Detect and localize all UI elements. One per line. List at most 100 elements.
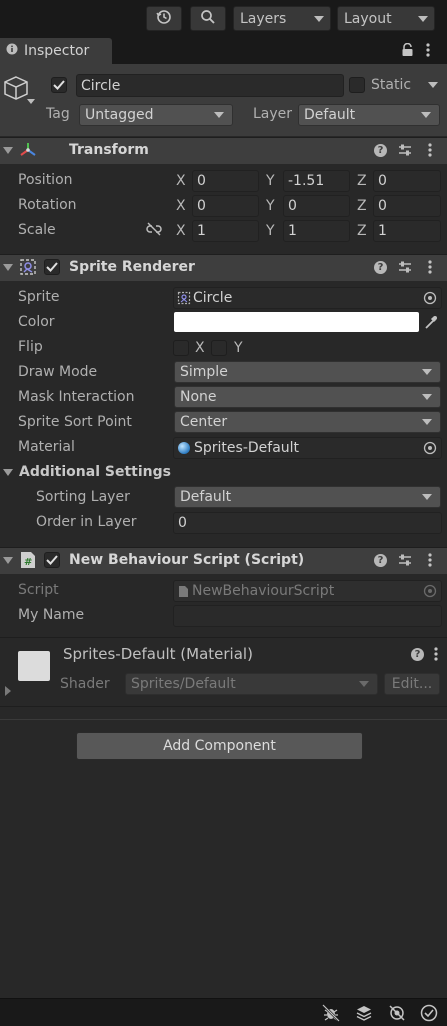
sprite-sort-point-dropdown[interactable]: Center [174,411,441,433]
layout-dropdown[interactable]: Layout [337,6,435,31]
add-component-button[interactable]: Add Component [76,732,363,760]
scale-z-axis[interactable]: Z [357,223,367,239]
additional-settings-label[interactable]: Additional Settings [19,464,171,480]
help-icon[interactable]: ? [411,648,424,661]
scale-x-axis[interactable]: X [176,223,186,239]
layer-dropdown[interactable]: Default [298,104,440,126]
component-menu-icon[interactable] [427,552,433,572]
transform-title: Transform [69,142,149,158]
rotation-z-input[interactable]: 0 [373,195,441,217]
my-name-input[interactable] [173,605,442,627]
foldout-arrow-icon[interactable] [3,557,13,564]
object-picker-icon [423,584,437,602]
order-in-layer-input[interactable]: 0 [173,512,442,534]
presets-icon[interactable] [398,143,412,161]
tab-inspector[interactable]: Inspector [0,38,112,64]
object-picker-icon[interactable] [423,291,437,309]
position-x-axis[interactable]: X [176,173,186,189]
layers-stack-icon[interactable] [355,1004,373,1026]
edit-label: Edit... [391,676,433,692]
mask-interaction-label: Mask Interaction [18,389,135,405]
scale-z-input[interactable]: 1 [373,220,441,242]
component-menu-icon[interactable] [427,142,433,162]
material-object-field[interactable]: Sprites-Default [173,437,442,459]
order-in-layer-label: Order in Layer [36,514,137,530]
material-title: Sprites-Default (Material) [63,645,253,663]
material-foldout-icon[interactable] [5,686,11,696]
sorting-layer-dropdown[interactable]: Default [174,486,441,508]
help-icon[interactable]: ? [374,144,387,157]
script-title: New Behaviour Script (Script) [69,552,305,568]
mask-interaction-dropdown[interactable]: None [174,386,441,408]
history-button[interactable] [146,6,182,31]
bug-off-icon[interactable] [322,1004,340,1026]
sprite-renderer-title: Sprite Renderer [69,259,195,275]
rotation-y-input[interactable]: 0 [283,195,350,217]
chevron-down-icon [422,419,432,425]
scale-y-input[interactable]: 1 [283,220,350,242]
foldout-arrow-icon[interactable] [3,147,13,154]
layer-label: Layer [253,106,293,122]
mask-interaction-value: None [180,389,217,405]
layout-label: Layout [344,10,392,27]
check-circle-icon[interactable] [420,1004,438,1026]
position-y-input[interactable]: -1.51 [283,170,350,192]
static-checkbox[interactable] [349,77,365,93]
rotation-x-axis[interactable]: X [176,198,186,214]
additional-settings-foldout-icon[interactable] [3,469,13,476]
script-value: NewBehaviourScript [192,583,335,599]
position-y-axis[interactable]: Y [266,173,275,189]
object-picker-icon[interactable] [423,441,437,459]
sprite-label: Sprite [18,289,60,305]
divider [0,719,447,720]
component-menu-icon[interactable] [433,646,439,666]
sprite-object-field[interactable]: Circle [173,287,442,309]
scale-y-axis[interactable]: Y [266,223,275,239]
presets-icon[interactable] [398,260,412,278]
rotation-z-axis[interactable]: Z [357,198,367,214]
flip-label: Flip [18,339,43,355]
csharp-script-icon: # [20,551,36,573]
component-menu-icon[interactable] [427,259,433,279]
chevron-down-icon [359,681,369,687]
chevron-down-icon [422,369,432,375]
shader-value: Sprites/Default [131,676,236,692]
position-x-input[interactable]: 0 [192,170,259,192]
rotation-label: Rotation [18,197,77,213]
material-sphere-icon [178,442,190,454]
script-enabled-checkbox[interactable] [44,552,60,568]
active-checkbox[interactable] [51,77,67,93]
sprite-renderer-enabled-checkbox[interactable] [44,259,60,275]
tag-dropdown[interactable]: Untagged [79,104,233,126]
history-icon [156,9,172,29]
foldout-arrow-icon[interactable] [3,264,13,271]
rotation-x-input[interactable]: 0 [192,195,259,217]
static-dropdown-arrow[interactable] [428,82,438,88]
position-label: Position [18,172,73,188]
more-options-icon[interactable] [425,42,431,62]
draw-mode-label: Draw Mode [18,364,98,380]
position-z-input[interactable]: 0 [373,170,441,192]
presets-icon[interactable] [398,553,412,571]
scale-x-input[interactable]: 1 [192,220,259,242]
position-z-axis[interactable]: Z [357,173,367,189]
flip-x-checkbox[interactable] [173,340,189,356]
flip-y-checkbox[interactable] [211,340,227,356]
color-swatch[interactable] [174,312,419,332]
script-field-label: Script [18,582,59,598]
search-button[interactable] [190,6,226,31]
layers-dropdown[interactable]: Layers [233,6,331,31]
constrain-proportions-link-icon[interactable] [146,222,162,240]
help-icon[interactable]: ? [374,261,387,274]
icon-dropdown-arrow[interactable] [27,99,35,104]
object-name-input[interactable]: Circle [76,74,344,97]
help-icon[interactable]: ? [374,554,387,567]
no-lighting-icon[interactable] [388,1004,406,1026]
sprite-sort-point-label: Sprite Sort Point [18,414,132,430]
layers-label: Layers [240,10,287,27]
draw-mode-dropdown[interactable]: Simple [174,361,441,383]
eyedropper-icon[interactable] [424,314,438,334]
lock-icon[interactable] [401,42,414,61]
rotation-y-axis[interactable]: Y [266,198,275,214]
add-component-label: Add Component [163,738,276,754]
